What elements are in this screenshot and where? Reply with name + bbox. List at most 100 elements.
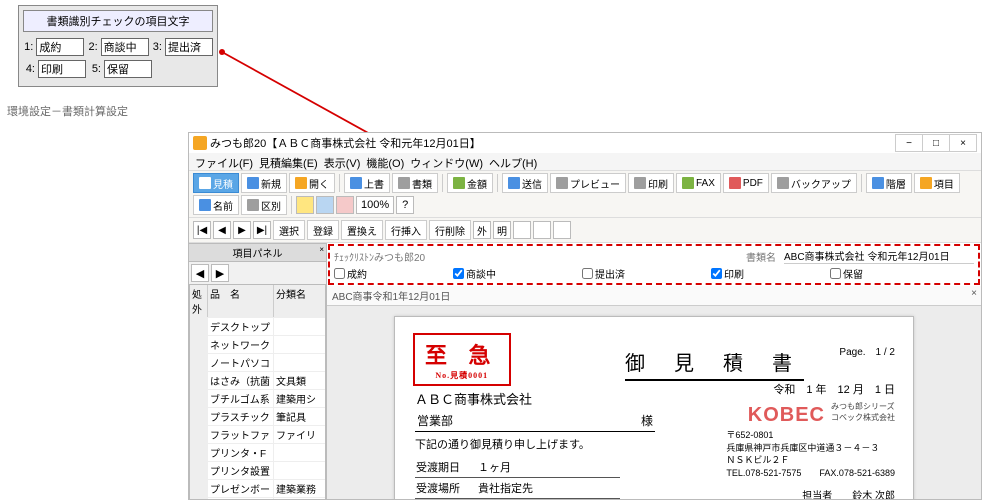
btn-shorui[interactable]: 書類: [392, 173, 438, 193]
nav-last[interactable]: ▶|: [253, 221, 271, 239]
responsible: 担当者 鈴木 次郎: [802, 487, 895, 499]
table-row[interactable]: フラットファファイリ: [190, 425, 325, 443]
setting-input-2[interactable]: [101, 38, 149, 56]
btn-kaisou[interactable]: 階層: [866, 173, 912, 193]
doc-zone: ﾁｪｯｸﾘｽﾄﾝみつも郎20 書類名 ABC商事株式会社 令和元年12月01日 …: [327, 243, 981, 499]
client-block: ＡＢＣ商事株式会社 営業部様 下記の通り御見積り申し上げます。: [415, 389, 655, 452]
btn-fax[interactable]: FAX: [676, 173, 721, 193]
nav-next[interactable]: ▶: [233, 221, 251, 239]
close-button[interactable]: ×: [949, 134, 977, 152]
maximize-button[interactable]: □: [922, 134, 950, 152]
settings-panel: 書類識別チェックの項目文字 1: 2: 3: 4: 5:: [18, 5, 218, 87]
btn-touroku[interactable]: 登録: [307, 220, 339, 240]
chk-input-4: [830, 268, 841, 279]
tool-ic3[interactable]: [553, 221, 571, 239]
date-line: 令和 1 年 12 月 1 日: [773, 381, 895, 397]
item-nav-prev[interactable]: ◀: [191, 264, 209, 282]
client-name: ＡＢＣ商事株式会社: [415, 389, 655, 408]
color-yellow[interactable]: [296, 196, 314, 214]
table-row[interactable]: はさみ（抗菌文具類: [190, 371, 325, 389]
greeting: 下記の通り御見積り申し上げます。: [415, 436, 655, 452]
item-panel-header: 項目パネル×: [189, 243, 326, 262]
btn-pdf[interactable]: PDF: [723, 173, 769, 193]
chk-4[interactable]: 保留: [830, 266, 863, 281]
btn-shinki[interactable]: 新規: [241, 173, 287, 193]
chk-3[interactable]: 印刷: [711, 266, 744, 281]
setting-input-4[interactable]: [38, 60, 86, 78]
btn-gyousakujo[interactable]: 行削除: [429, 220, 471, 240]
btn-gyousounyuu[interactable]: 行挿入: [385, 220, 427, 240]
table-row[interactable]: プリンタ・F: [190, 443, 325, 461]
setting-input-1[interactable]: [36, 38, 84, 56]
btn-kingaku[interactable]: 金額: [447, 173, 493, 193]
tool-ic2[interactable]: [533, 221, 551, 239]
menu-view[interactable]: 表示(V): [324, 155, 361, 168]
chk-2[interactable]: 提出済: [582, 266, 625, 281]
page-indicator: Page. 1 / 2: [839, 343, 895, 358]
btn-uwagaki[interactable]: 上書: [344, 173, 390, 193]
table-row[interactable]: ネットワーク: [190, 335, 325, 353]
btn-hiraku[interactable]: 開く: [289, 173, 335, 193]
table-row[interactable]: プラスチック筆記具: [190, 407, 325, 425]
docname-value: ABC商事株式会社 令和元年12月01日: [784, 248, 974, 264]
checklist-label: ﾁｪｯｸﾘｽﾄﾝみつも郎20: [334, 249, 425, 264]
col-cat[interactable]: 分類名: [274, 285, 322, 317]
zoom-box[interactable]: 100%: [356, 196, 394, 214]
settings-row-2: 4: 5:: [23, 60, 213, 78]
nav-first[interactable]: |◀: [193, 221, 211, 239]
color-blue[interactable]: [316, 196, 334, 214]
table-row[interactable]: ノートパソコ: [190, 353, 325, 371]
paper-host[interactable]: 至 急 No.見積0001 御 見 積 書 Page. 1 / 2 令和 1 年…: [327, 306, 981, 499]
table-row[interactable]: デスクトップ: [190, 317, 325, 335]
btn-okikae[interactable]: 置換え: [341, 220, 383, 240]
setting-input-5[interactable]: [104, 60, 152, 78]
table-row[interactable]: プレゼンボー建築業務: [190, 479, 325, 497]
btn-meizen[interactable]: 名前: [193, 195, 239, 215]
btn-soshin[interactable]: 送信: [502, 173, 548, 193]
item-panel-close-icon[interactable]: ×: [319, 245, 324, 254]
paper: 至 急 No.見積0001 御 見 積 書 Page. 1 / 2 令和 1 年…: [394, 316, 914, 499]
menu-help[interactable]: ヘルプ(H): [489, 155, 537, 168]
menubar: ファイル(F) 見積編集(E) 表示(V) 機能(O) ウィンドウ(W) ヘルプ…: [189, 153, 981, 171]
menu-window[interactable]: ウィンドウ(W): [410, 155, 483, 168]
chk-1[interactable]: 商談中: [453, 266, 496, 281]
docname-label: 書類名: [746, 249, 776, 264]
btn-soto[interactable]: 外: [473, 221, 491, 239]
toolbar-secondary: |◀ ◀ ▶ ▶| 選択 登録 置換え 行挿入 行削除 外 明: [189, 218, 981, 243]
detail-lines: 受渡期日１ヶ月 受渡場所貴社指定先 取引方法従来通り 有効期限発行後 １ヶ月: [415, 457, 620, 499]
item-table: 処外 品 名 分類名 デスクトップネットワークノートパソコはさみ（抗菌文具類ブチ…: [189, 284, 326, 499]
item-nav-next[interactable]: ▶: [211, 264, 229, 282]
company-block: KOBEC みつも郎シリーズ コベック株式会社: [748, 402, 895, 429]
btn-mitsumori[interactable]: 見積: [193, 173, 239, 193]
minimize-button[interactable]: −: [895, 134, 923, 152]
company-details: 〒652-0801 兵庫県神戸市兵庫区中道通３－４－３ ＮＳＫビル２Ｆ TEL.…: [726, 429, 895, 479]
btn-kubetsu[interactable]: 区別: [241, 195, 287, 215]
menu-func[interactable]: 機能(O): [366, 155, 404, 168]
btn-preview[interactable]: プレビュー: [550, 173, 626, 193]
menu-file[interactable]: ファイル(F): [195, 155, 253, 168]
btn-insatsu[interactable]: 印刷: [628, 173, 674, 193]
chk-input-2: [582, 268, 593, 279]
table-row[interactable]: プリンタ設置: [190, 461, 325, 479]
btn-mei[interactable]: 明: [493, 221, 511, 239]
menu-edit[interactable]: 見積編集(E): [259, 155, 318, 168]
logo: KOBEC: [748, 402, 825, 429]
nav-prev[interactable]: ◀: [213, 221, 231, 239]
btn-backup[interactable]: バックアップ: [771, 173, 857, 193]
color-pink[interactable]: [336, 196, 354, 214]
checkbox-row: 成約 商談中 提出済 印刷 保留: [334, 266, 974, 281]
chk-0[interactable]: 成約: [334, 266, 367, 281]
col-name[interactable]: 品 名: [208, 285, 274, 317]
side-panels: 項目パネル× ◀▶ 処外 品 名 分類名 デスクトップネットワークノートパソコは…: [189, 243, 327, 499]
col-flag[interactable]: 処外: [190, 285, 208, 317]
settings-header: 書類識別チェックの項目文字: [23, 10, 213, 32]
table-row[interactable]: ブチルゴム系建築用シ: [190, 389, 325, 407]
btn-sentaku[interactable]: 選択: [273, 220, 305, 240]
btn-komoku[interactable]: 項目: [914, 173, 960, 193]
tool-ic1[interactable]: [513, 221, 531, 239]
btn-help[interactable]: ?: [396, 196, 414, 214]
setting-input-3[interactable]: [165, 38, 213, 56]
table-row[interactable]: ボールペン（文具類: [190, 497, 325, 499]
client-dept: 営業部: [417, 412, 453, 429]
doc-caption-close[interactable]: ×: [971, 288, 977, 299]
